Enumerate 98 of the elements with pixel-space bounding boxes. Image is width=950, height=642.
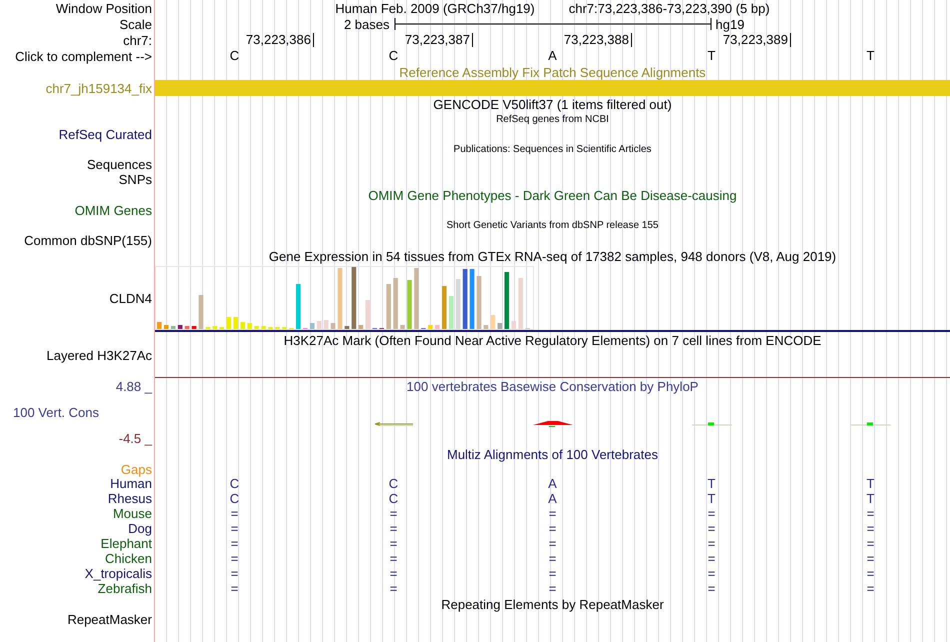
- alignment-base: =: [866, 536, 874, 550]
- position-tick: 73,223,387: [404, 33, 473, 47]
- conservation-mark: [374, 420, 414, 426]
- species-label[interactable]: Rhesus: [108, 491, 152, 506]
- conservation-mark: [850, 420, 890, 426]
- alignment-base: =: [230, 522, 238, 536]
- complement-link[interactable]: Click to complement -->: [15, 48, 152, 64]
- alignment-base: =: [230, 582, 238, 596]
- row-label: Scale: [119, 16, 152, 32]
- alignment-base: =: [390, 552, 398, 566]
- alignment-bar[interactable]: [155, 80, 950, 96]
- alignment-base: =: [548, 566, 556, 580]
- track-label[interactable]: Common dbSNP(155): [24, 233, 152, 248]
- alignment-base: =: [866, 552, 874, 566]
- alignment-base: =: [390, 566, 398, 580]
- alignment-base: =: [548, 506, 556, 520]
- alignment-base: =: [866, 506, 874, 520]
- track-title: Repeating Elements by RepeatMasker: [441, 596, 664, 612]
- track-label[interactable]: CLDN4: [109, 290, 152, 306]
- alignment-base: =: [390, 506, 398, 520]
- expression-bar[interactable]: [344, 326, 350, 329]
- row-label: Window Position: [56, 0, 152, 16]
- alignment-base: =: [230, 566, 238, 580]
- expression-bar[interactable]: [462, 269, 468, 329]
- alignment-base: =: [708, 506, 716, 520]
- alignment-base: A: [548, 476, 557, 490]
- track-label[interactable]: RefSeq Curated: [58, 127, 152, 142]
- row-label: chr7:: [123, 32, 152, 48]
- alignment-base: =: [708, 522, 716, 536]
- track-label[interactable]: SNPs: [118, 172, 152, 187]
- expression-bar[interactable]: [504, 272, 510, 329]
- track-title: Gene Expression in 54 tissues from GTEx RNA-seq of 17382 samples, 948 donors (V8, Aug 2019): [268, 248, 836, 264]
- alignment-base: A: [548, 492, 557, 506]
- expression-bar[interactable]: [442, 286, 447, 329]
- alignment-base: =: [230, 536, 238, 550]
- alignment-base: =: [548, 522, 556, 536]
- scale-text: 2 bases: [342, 16, 390, 32]
- track-title: H3K27Ac Mark (Often Found Near Active Regulatory Elements) on 7 cell lines from ENCODE: [284, 332, 822, 348]
- expression-bar[interactable]: [178, 325, 182, 329]
- alignment-base: =: [390, 536, 398, 550]
- alignment-base: =: [230, 506, 238, 520]
- alignment-base: T: [708, 476, 716, 490]
- track-title: OMIM Gene Phenotypes - Dark Green Can Be Disease-causing: [368, 188, 737, 202]
- track-title: Publications: Sequences in Scientific Articles: [454, 143, 652, 156]
- species-label[interactable]: Elephant: [100, 536, 152, 551]
- track-title: 100 vertebrates Basewise Conservation by PhyloP: [406, 378, 698, 394]
- alignment-base: =: [390, 582, 398, 596]
- species-label[interactable]: Human: [110, 476, 152, 491]
- alignment-base: T: [866, 476, 874, 490]
- alignment-base: =: [548, 582, 556, 596]
- species-label[interactable]: Mouse: [112, 506, 152, 521]
- species-label[interactable]: Chicken: [105, 551, 152, 566]
- position-tick: 73,223,389: [722, 33, 791, 47]
- conservation-mark: [692, 420, 732, 426]
- alignment-base: C: [388, 476, 398, 490]
- alignment-base: =: [866, 566, 874, 580]
- alignment-base: =: [708, 552, 716, 566]
- alignment-base: =: [390, 522, 398, 536]
- track-title: RefSeq genes from NCBI: [496, 113, 609, 126]
- alignment-base: =: [708, 566, 716, 580]
- alignment-base: =: [708, 582, 716, 596]
- alignment-base: =: [230, 552, 238, 566]
- alignment-base: C: [230, 476, 240, 490]
- alignment-base: =: [548, 552, 556, 566]
- alignment-base: =: [866, 582, 874, 596]
- alignment-base: C: [230, 492, 240, 506]
- track-label[interactable]: 100 Vert. Cons: [13, 404, 99, 420]
- track-title: Multiz Alignments of 100 Vertebrates: [446, 446, 658, 462]
- species-label[interactable]: X_tropicalis: [84, 566, 152, 581]
- axis-min-label: -4.5 _: [118, 430, 152, 446]
- assembly-db: hg19: [714, 16, 746, 32]
- base-letter[interactable]: C: [230, 49, 240, 63]
- alignment-base: C: [388, 492, 398, 506]
- track-title: GENCODE V50lift37 (1 items filtered out): [433, 96, 672, 112]
- alignment-base: =: [548, 536, 556, 550]
- position-tick: 73,223,388: [564, 33, 632, 47]
- base-letter[interactable]: T: [708, 49, 716, 63]
- track-label[interactable]: Sequences: [86, 157, 152, 172]
- alignment-base: T: [708, 492, 716, 506]
- position-range: chr7:73,223,386-73,223,390 (5 bp): [568, 0, 770, 16]
- alignment-base: =: [866, 522, 874, 536]
- track-label[interactable]: OMIM Genes: [74, 203, 152, 218]
- expression-bar[interactable]: [352, 267, 356, 329]
- axis-max-label: 4.88 _: [116, 378, 152, 394]
- track-label[interactable]: RepeatMasker: [67, 612, 152, 627]
- track-title: Short Genetic Variants from dbSNP release 155: [446, 219, 658, 232]
- base-letter[interactable]: C: [388, 49, 398, 63]
- track-label[interactable]: Layered H3K27Ac: [46, 348, 152, 363]
- base-letter[interactable]: A: [548, 49, 557, 63]
- alignment-base: =: [708, 536, 716, 550]
- conservation-mark: [532, 420, 572, 426]
- base-letter[interactable]: T: [866, 49, 874, 63]
- assembly-name: Human Feb. 2009 (GRCh37/hg19): [335, 0, 535, 16]
- species-label[interactable]: Dog: [128, 521, 152, 536]
- species-label[interactable]: Zebrafish: [98, 581, 152, 596]
- alignment-base: T: [866, 492, 874, 506]
- track-title: Reference Assembly Fix Patch Sequence Alignments: [399, 64, 706, 80]
- position-tick: 73,223,386: [246, 33, 314, 47]
